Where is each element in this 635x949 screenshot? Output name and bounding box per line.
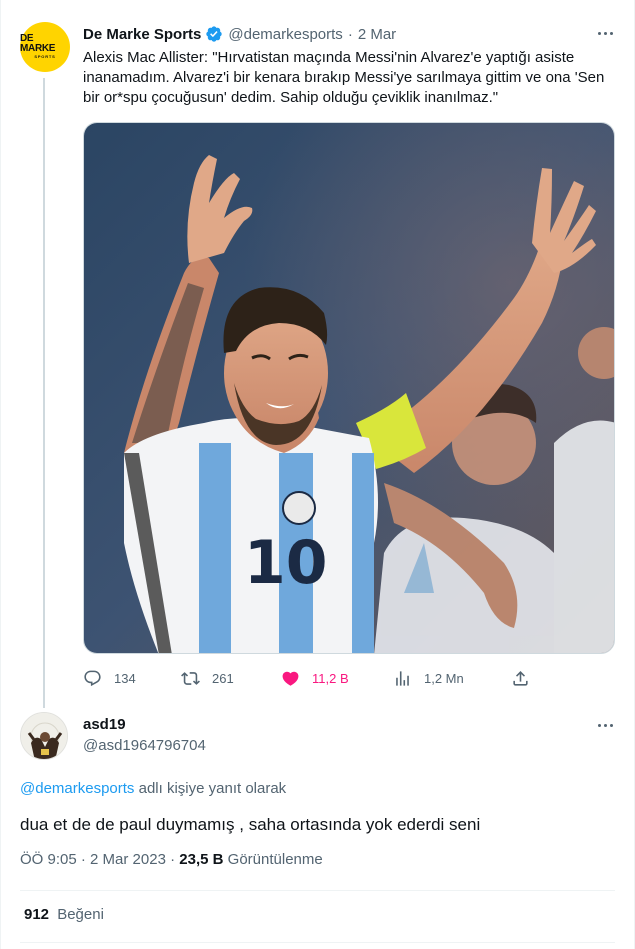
views-count: 1,2 Mn	[424, 670, 464, 686]
reply-meta: ÖÖ 9:05 · 2 Mar 2023 · 23,5 B Görüntülen…	[20, 851, 323, 868]
more-options-icon[interactable]	[594, 23, 616, 43]
retweet-icon	[181, 671, 200, 685]
divider	[20, 890, 615, 891]
retweet-count: 261	[212, 670, 234, 686]
meta-separator-2: ·	[170, 851, 176, 868]
reply-views-count: 23,5 B	[179, 851, 224, 868]
avatar-logo-subtext: SPORTS	[34, 54, 56, 59]
tweet-header: De Marke Sports @demarkesports · 2 Mar	[83, 24, 396, 44]
reply-icon	[84, 670, 101, 686]
reply-date[interactable]: 2 Mar 2023	[90, 851, 166, 868]
like-count: 11,2 B	[312, 670, 349, 686]
reply-display-name[interactable]: asd19	[83, 716, 126, 733]
thread-line	[43, 78, 45, 708]
like-button[interactable]: 11,2 B	[281, 664, 349, 692]
tweet-text: Alexis Mac Allister: "Hırvatistan maçınd…	[83, 49, 605, 106]
retweet-button[interactable]: 261	[181, 664, 234, 692]
reply-likes-label: Beğeni	[57, 906, 104, 923]
reply-handle[interactable]: @asd1964796704	[83, 737, 206, 754]
divider-bottom	[20, 942, 615, 943]
reply-avatar[interactable]	[20, 712, 68, 760]
meta-separator: ·	[80, 851, 86, 868]
reply-views-label: Görüntülenme	[227, 851, 323, 868]
avatar-image	[21, 713, 67, 759]
heart-filled-icon	[282, 671, 299, 686]
left-border	[0, 0, 1, 949]
reply-count: 134	[114, 670, 136, 686]
replying-label: adlı kişiye yanıt olarak	[138, 780, 287, 797]
replying-to: @demarkesports adlı kişiye yanıt olarak	[20, 780, 286, 797]
reply-likes-count: 912	[24, 906, 50, 923]
jersey-number: 10	[244, 528, 328, 598]
replying-mention[interactable]: @demarkesports	[20, 780, 134, 797]
tweet-actions: 134 261 11,2 B 1,2 Mn	[83, 664, 543, 692]
photo-messi-celebrating: 10	[84, 123, 614, 653]
share-icon	[513, 670, 528, 686]
verified-badge-icon	[205, 25, 223, 43]
avatar-logo-text: DE MARKE	[20, 33, 56, 54]
display-name[interactable]: De Marke Sports	[83, 26, 201, 43]
avatar[interactable]: DE MARKE SPORTS	[20, 22, 70, 72]
handle[interactable]: @demarkesports	[228, 26, 342, 43]
reply-time[interactable]: ÖÖ 9:05	[20, 851, 77, 868]
tweet-photo[interactable]: 10	[83, 122, 615, 654]
reply-more-options-icon[interactable]	[594, 715, 616, 735]
reply-text: dua et de de paul duymamış , saha ortası…	[20, 815, 481, 834]
tweet-date[interactable]: 2 Mar	[358, 26, 396, 43]
reply-likes[interactable]: 912 Beğeni	[24, 906, 104, 923]
views-button[interactable]: 1,2 Mn	[393, 664, 464, 692]
views-chart-icon	[396, 670, 409, 686]
reply-button[interactable]: 134	[83, 664, 136, 692]
separator: ·	[347, 25, 353, 43]
share-button[interactable]	[511, 664, 542, 692]
